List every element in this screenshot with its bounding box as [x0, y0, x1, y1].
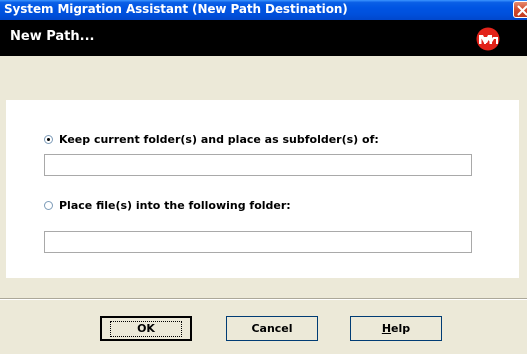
option-place-files[interactable]: Place file(s) into the following folder:: [44, 199, 291, 212]
folder-path-field[interactable]: [44, 231, 472, 253]
keep-folders-radio[interactable]: [44, 135, 53, 144]
help-button-label: Help: [381, 322, 411, 335]
divider: [0, 298, 527, 300]
ok-button-label: OK: [110, 320, 182, 337]
close-button[interactable]: [513, 1, 527, 18]
ok-button[interactable]: OK: [100, 316, 192, 341]
subfolder-path-field[interactable]: [44, 154, 472, 176]
place-files-label: Place file(s) into the following folder:: [59, 199, 291, 212]
cancel-button-label: Cancel: [251, 322, 293, 335]
dialog-window: System Migration Assistant (New Path Des…: [0, 0, 527, 354]
option-keep-folders[interactable]: Keep current folder(s) and place as subf…: [44, 133, 379, 146]
title-bar[interactable]: System Migration Assistant (New Path Des…: [0, 0, 527, 20]
header-banner: New Path...: [0, 20, 527, 56]
cancel-button[interactable]: Cancel: [226, 316, 318, 341]
window-title: System Migration Assistant (New Path Des…: [4, 2, 348, 16]
close-icon: [517, 5, 527, 16]
help-button[interactable]: Help: [350, 316, 442, 341]
keep-folders-label: Keep current folder(s) and place as subf…: [59, 133, 379, 146]
header-title: New Path...: [10, 29, 95, 44]
place-files-radio[interactable]: [44, 201, 53, 210]
company-logo-icon: [476, 27, 500, 51]
